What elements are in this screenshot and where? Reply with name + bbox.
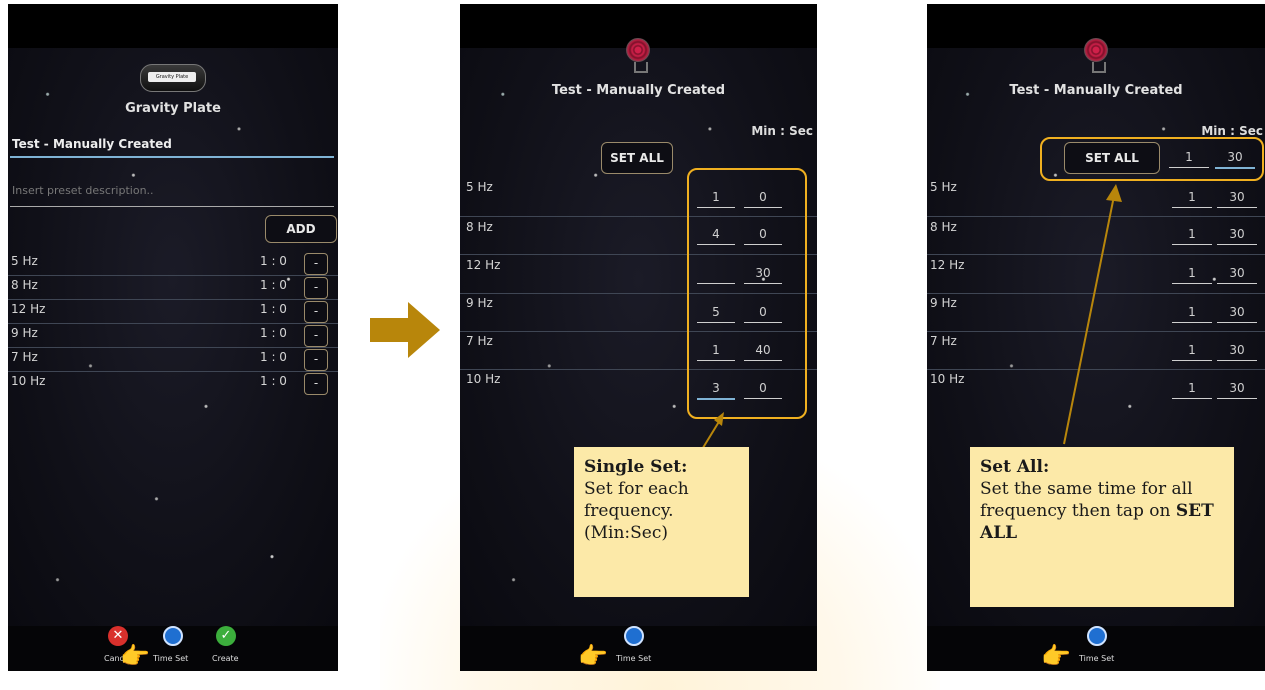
- status-bar: [8, 4, 338, 48]
- frequency-label: 12 Hz: [11, 302, 46, 316]
- callout-arrow-set-all: [1063, 184, 1122, 445]
- time-value: 1 : 0: [260, 326, 287, 340]
- timer-icon[interactable]: [1087, 626, 1107, 646]
- minutes-input[interactable]: 1: [1172, 224, 1212, 245]
- preset-name-input[interactable]: Test - Manually Created: [12, 137, 332, 151]
- minutes-input[interactable]: 1: [1172, 187, 1212, 208]
- seconds-input[interactable]: 30: [1217, 340, 1257, 361]
- time-value: 1 : 0: [260, 374, 287, 388]
- remove-frequency-button[interactable]: -: [304, 277, 328, 299]
- create-check-icon[interactable]: ✓: [216, 626, 236, 646]
- pointing-hand-icon: 👉: [578, 642, 608, 670]
- preset-title: Test - Manually Created: [1009, 83, 1183, 98]
- remove-frequency-button[interactable]: -: [304, 301, 328, 323]
- frequency-label: 7 Hz: [11, 350, 38, 364]
- minutes-input[interactable]: 1: [1172, 378, 1212, 399]
- frequency-label: 9 Hz: [466, 296, 493, 310]
- frequency-label: 12 Hz: [930, 258, 965, 272]
- starfield-background: [8, 48, 338, 626]
- min-sec-label: Min : Sec: [1201, 124, 1263, 138]
- right-arrow-icon: [370, 302, 440, 358]
- min-sec-label: Min : Sec: [751, 124, 813, 138]
- frequency-label: 7 Hz: [930, 334, 957, 348]
- frequency-label: 10 Hz: [11, 374, 46, 388]
- frequency-label: 7 Hz: [466, 334, 493, 348]
- timer-icon[interactable]: [624, 626, 644, 646]
- seconds-input[interactable]: 30: [1217, 224, 1257, 245]
- frequency-label: 5 Hz: [11, 254, 38, 268]
- set-all-highlight: [1040, 137, 1264, 181]
- timer-icon[interactable]: [163, 626, 183, 646]
- description-input[interactable]: Insert preset description..: [12, 184, 332, 197]
- note-body: Set the same time for all frequency then…: [980, 479, 1193, 521]
- time-set-label[interactable]: Time Set: [616, 654, 651, 663]
- time-value: 1 : 0: [260, 278, 287, 292]
- description-underline: [10, 206, 334, 207]
- row-divider: [8, 299, 338, 300]
- frequency-label: 9 Hz: [930, 296, 957, 310]
- device-name: Gravity Plate: [125, 101, 221, 116]
- time-set-label[interactable]: Time Set: [1079, 654, 1114, 663]
- minutes-input[interactable]: 1: [1172, 302, 1212, 323]
- frequency-label: 10 Hz: [930, 372, 965, 386]
- row-divider: [8, 347, 338, 348]
- gravity-plate-device-icon: Gravity Plate: [136, 54, 208, 98]
- set-all-button[interactable]: SET ALL: [601, 142, 673, 174]
- minutes-input[interactable]: 1: [1172, 263, 1212, 284]
- note-heading: Set All:: [980, 457, 1050, 477]
- add-button[interactable]: ADD: [265, 215, 337, 243]
- light-device-icon: [626, 38, 652, 73]
- remove-frequency-button[interactable]: -: [304, 325, 328, 347]
- frequency-label: 10 Hz: [466, 372, 501, 386]
- time-set-label[interactable]: Time Set: [153, 654, 188, 663]
- preset-title: Test - Manually Created: [551, 83, 726, 98]
- frequency-label: 8 Hz: [11, 278, 38, 292]
- minutes-input[interactable]: 1: [1172, 340, 1212, 361]
- single-set-highlight: [687, 168, 807, 419]
- screen-preset-editor: Gravity Plate Gravity Plate Test - Manua…: [8, 4, 338, 671]
- frequency-label: 8 Hz: [930, 220, 957, 234]
- remove-frequency-button[interactable]: -: [304, 373, 328, 395]
- time-value: 1 : 0: [260, 254, 287, 268]
- frequency-label: 8 Hz: [466, 220, 493, 234]
- frequency-label: 12 Hz: [466, 258, 501, 272]
- single-set-note: Single Set: Set for each frequency. (Min…: [574, 447, 749, 597]
- row-divider: [8, 323, 338, 324]
- pointing-hand-icon: 👉: [120, 642, 150, 670]
- set-all-note: Set All: Set the same time for all frequ…: [970, 447, 1234, 607]
- note-heading: Single Set:: [584, 457, 688, 477]
- seconds-input[interactable]: 30: [1217, 378, 1257, 399]
- remove-frequency-button[interactable]: -: [304, 253, 328, 275]
- time-value: 1 : 0: [260, 302, 287, 316]
- create-label[interactable]: Create: [212, 654, 239, 663]
- time-value: 1 : 0: [260, 350, 287, 364]
- frequency-label: 5 Hz: [930, 180, 957, 194]
- seconds-input[interactable]: 30: [1217, 187, 1257, 208]
- seconds-input[interactable]: 30: [1217, 302, 1257, 323]
- row-divider: [8, 371, 338, 372]
- row-divider: [8, 275, 338, 276]
- preset-name-underline: [10, 156, 334, 158]
- frequency-label: 5 Hz: [466, 180, 493, 194]
- note-body: Set for each frequency. (Min:Sec): [584, 479, 689, 543]
- frequency-label: 9 Hz: [11, 326, 38, 340]
- pointing-hand-icon: 👉: [1041, 642, 1071, 670]
- device-badge: Gravity Plate: [148, 72, 196, 82]
- remove-frequency-button[interactable]: -: [304, 349, 328, 371]
- seconds-input[interactable]: 30: [1217, 263, 1257, 284]
- light-device-icon: [1084, 38, 1110, 73]
